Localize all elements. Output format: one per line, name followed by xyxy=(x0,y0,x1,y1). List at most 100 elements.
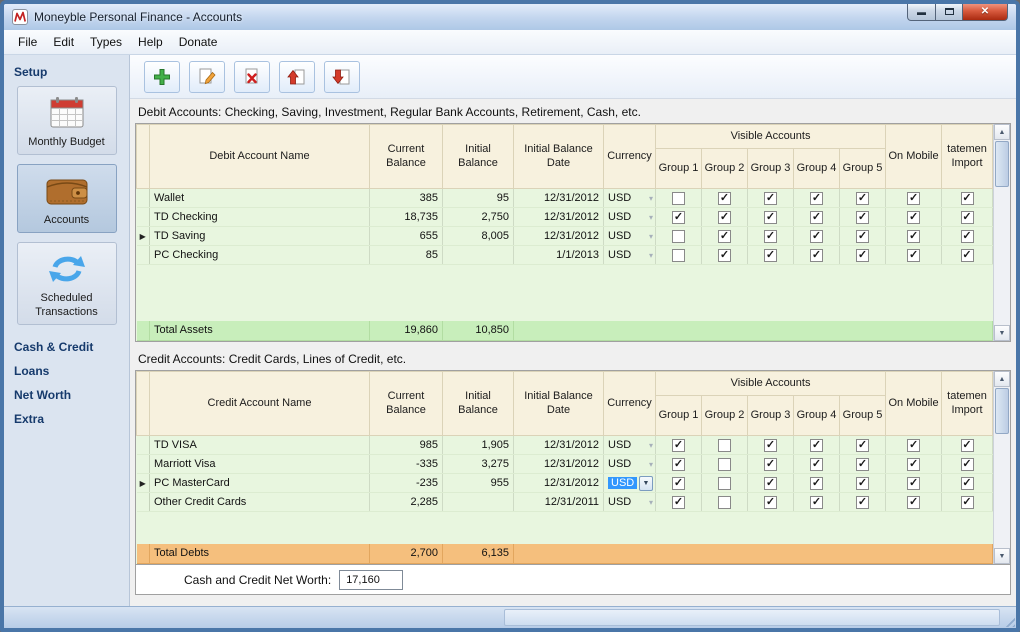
row-marker-cell[interactable] xyxy=(137,246,150,265)
current-balance-cell[interactable]: 18,735 xyxy=(370,208,443,227)
checkbox-group-4[interactable]: ✓ xyxy=(810,230,823,243)
scroll-up-button[interactable]: ▲ xyxy=(994,371,1010,387)
checkbox-group-1[interactable]: ✓ xyxy=(672,477,685,490)
checkbox-group-2[interactable] xyxy=(718,458,731,471)
credit-table-scrollbar[interactable]: ▲ ▼ xyxy=(993,371,1010,564)
checkbox-on-mobile[interactable]: ✓ xyxy=(907,458,920,471)
table-row[interactable]: Marriott Visa-3353,27512/31/2012USD▾✓✓✓✓… xyxy=(137,455,993,474)
checkbox-group-3[interactable]: ✓ xyxy=(764,211,777,224)
checkbox-group-3[interactable]: ✓ xyxy=(764,496,777,509)
close-button[interactable]: ✕ xyxy=(963,3,1008,21)
title-bar[interactable]: Moneyble Personal Finance - Accounts ▬ ✕ xyxy=(4,4,1016,30)
account-name-cell[interactable]: TD Checking xyxy=(150,208,370,227)
currency-cell[interactable]: USD▾ xyxy=(604,246,656,265)
checkbox-on-mobile[interactable]: ✓ xyxy=(907,192,920,205)
row-marker-cell[interactable] xyxy=(137,493,150,512)
scroll-track[interactable] xyxy=(994,387,1010,548)
checkbox-group-2[interactable] xyxy=(718,439,731,452)
currency-cell[interactable]: USD▾ xyxy=(604,227,656,246)
checkbox-group-3[interactable]: ✓ xyxy=(764,477,777,490)
checkbox-group-5[interactable]: ✓ xyxy=(856,230,869,243)
checkbox-group-2[interactable] xyxy=(718,496,731,509)
scroll-thumb[interactable] xyxy=(995,141,1009,187)
menu-file[interactable]: File xyxy=(10,32,45,52)
row-marker-cell[interactable]: ▶ xyxy=(137,227,150,246)
table-row[interactable]: TD Checking18,7352,75012/31/2012USD▾✓✓✓✓… xyxy=(137,208,993,227)
initial-balance-date-cell[interactable]: 12/31/2012 xyxy=(514,189,604,208)
currency-cell[interactable]: USD▾ xyxy=(604,189,656,208)
initial-balance-date-cell[interactable]: 12/31/2011 xyxy=(514,493,604,512)
checkbox-group-5[interactable]: ✓ xyxy=(856,477,869,490)
sidebar-item-monthly-budget[interactable]: Monthly Budget xyxy=(17,86,117,155)
current-balance-cell[interactable]: -335 xyxy=(370,455,443,474)
checkbox-group-1[interactable]: ✓ xyxy=(672,496,685,509)
table-row[interactable]: Other Credit Cards2,28512/31/2011USD▾✓✓✓… xyxy=(137,493,993,512)
initial-balance-cell[interactable]: 3,275 xyxy=(443,455,514,474)
table-row[interactable]: ▶TD Saving6558,00512/31/2012USD▾✓✓✓✓✓✓ xyxy=(137,227,993,246)
menu-help[interactable]: Help xyxy=(130,32,171,52)
scroll-thumb[interactable] xyxy=(995,388,1009,434)
sidebar-header-cash-credit[interactable]: Cash & Credit xyxy=(4,334,129,358)
scroll-down-button[interactable]: ▼ xyxy=(994,325,1010,341)
currency-cell[interactable]: USD▾ xyxy=(604,208,656,227)
initial-balance-cell[interactable] xyxy=(443,493,514,512)
initial-balance-cell[interactable]: 1,905 xyxy=(443,436,514,455)
initial-balance-cell[interactable]: 2,750 xyxy=(443,208,514,227)
account-name-cell[interactable]: TD Saving xyxy=(150,227,370,246)
checkbox-group-5[interactable]: ✓ xyxy=(856,496,869,509)
current-balance-cell[interactable]: 2,285 xyxy=(370,493,443,512)
scroll-up-button[interactable]: ▲ xyxy=(994,124,1010,140)
initial-balance-cell[interactable]: 955 xyxy=(443,474,514,493)
row-marker-cell[interactable] xyxy=(137,455,150,474)
net-worth-value-field[interactable]: 17,160 xyxy=(339,570,403,590)
menu-edit[interactable]: Edit xyxy=(45,32,82,52)
checkbox-group-2[interactable]: ✓ xyxy=(718,249,731,262)
checkbox-on-mobile[interactable]: ✓ xyxy=(907,439,920,452)
account-name-cell[interactable]: PC Checking xyxy=(150,246,370,265)
checkbox-group-4[interactable]: ✓ xyxy=(810,249,823,262)
table-row[interactable]: ▶PC MasterCard-23595512/31/2012USD▼✓✓✓✓✓… xyxy=(137,474,993,493)
initial-balance-cell[interactable]: 8,005 xyxy=(443,227,514,246)
initial-balance-date-cell[interactable]: 12/31/2012 xyxy=(514,436,604,455)
table-row[interactable]: TD VISA9851,90512/31/2012USD▾✓✓✓✓✓✓ xyxy=(137,436,993,455)
maximize-button[interactable] xyxy=(936,3,963,21)
checkbox-group-4[interactable]: ✓ xyxy=(810,192,823,205)
current-balance-cell[interactable]: -235 xyxy=(370,474,443,493)
scroll-down-button[interactable]: ▼ xyxy=(994,548,1010,564)
checkbox-group-1[interactable]: ✓ xyxy=(672,211,685,224)
checkbox-group-1[interactable]: ✓ xyxy=(672,439,685,452)
currency-cell[interactable]: USD▼ xyxy=(604,474,656,493)
checkbox-statement-import[interactable]: ✓ xyxy=(961,458,974,471)
checkbox-group-4[interactable]: ✓ xyxy=(810,496,823,509)
row-marker-cell[interactable]: ▶ xyxy=(137,474,150,493)
checkbox-statement-import[interactable]: ✓ xyxy=(961,496,974,509)
minimize-button[interactable]: ▬ xyxy=(907,3,936,21)
table-row[interactable]: Wallet3859512/31/2012USD▾✓✓✓✓✓✓ xyxy=(137,189,993,208)
sidebar-header-loans[interactable]: Loans xyxy=(4,358,129,382)
edit-account-button[interactable] xyxy=(189,61,225,93)
checkbox-group-1[interactable] xyxy=(672,249,685,262)
checkbox-group-3[interactable]: ✓ xyxy=(764,458,777,471)
checkbox-group-4[interactable]: ✓ xyxy=(810,211,823,224)
checkbox-group-2[interactable]: ✓ xyxy=(718,230,731,243)
checkbox-group-4[interactable]: ✓ xyxy=(810,439,823,452)
checkbox-statement-import[interactable]: ✓ xyxy=(961,477,974,490)
sidebar-item-scheduled-transactions[interactable]: Scheduled Transactions xyxy=(17,242,117,324)
debit-table-scrollbar[interactable]: ▲ ▼ xyxy=(993,124,1010,341)
checkbox-statement-import[interactable]: ✓ xyxy=(961,211,974,224)
sidebar-header-net-worth[interactable]: Net Worth xyxy=(4,382,129,406)
account-name-cell[interactable]: Other Credit Cards xyxy=(150,493,370,512)
initial-balance-date-cell[interactable]: 12/31/2012 xyxy=(514,227,604,246)
checkbox-on-mobile[interactable]: ✓ xyxy=(907,477,920,490)
menu-types[interactable]: Types xyxy=(82,32,130,52)
checkbox-on-mobile[interactable]: ✓ xyxy=(907,496,920,509)
account-name-cell[interactable]: PC MasterCard xyxy=(150,474,370,493)
checkbox-statement-import[interactable]: ✓ xyxy=(961,249,974,262)
checkbox-group-3[interactable]: ✓ xyxy=(764,192,777,205)
menu-donate[interactable]: Donate xyxy=(171,32,226,52)
checkbox-statement-import[interactable]: ✓ xyxy=(961,192,974,205)
checkbox-on-mobile[interactable]: ✓ xyxy=(907,230,920,243)
checkbox-group-1[interactable] xyxy=(672,230,685,243)
account-name-cell[interactable]: TD VISA xyxy=(150,436,370,455)
current-balance-cell[interactable]: 655 xyxy=(370,227,443,246)
